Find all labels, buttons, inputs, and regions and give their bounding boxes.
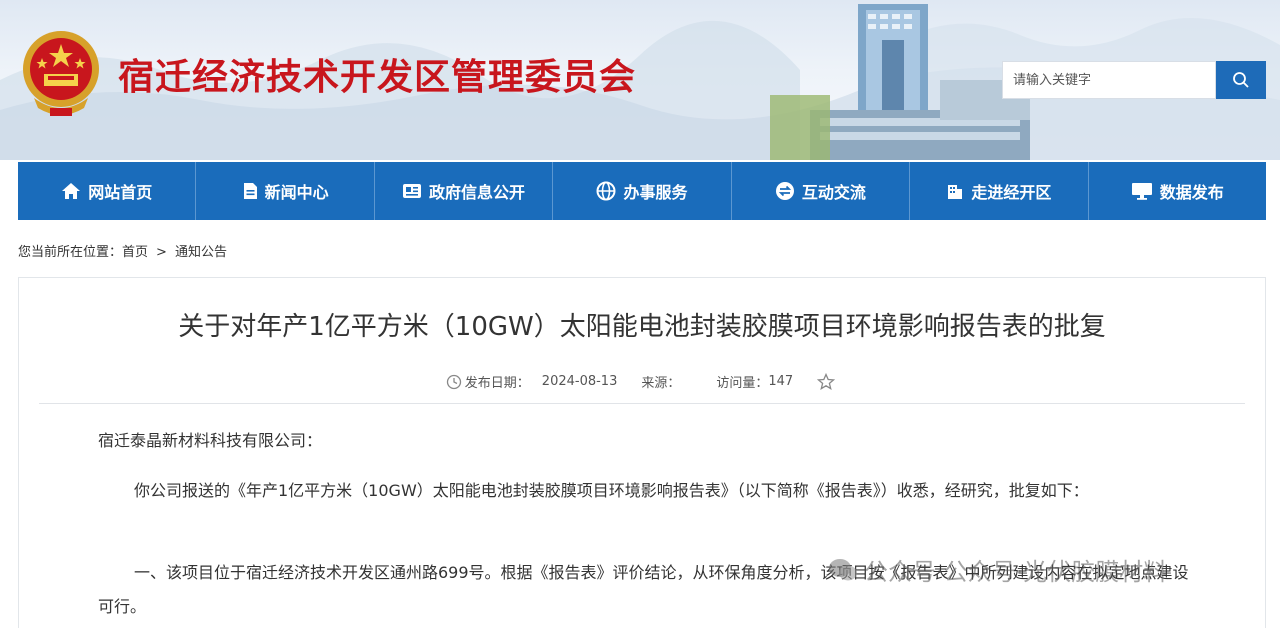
clock-icon bbox=[446, 374, 461, 389]
office-building-image bbox=[770, 4, 1030, 160]
source-label: 来源： bbox=[641, 376, 681, 391]
wechat-icon bbox=[829, 558, 857, 580]
nav-item-label: 政府信息公开 bbox=[429, 183, 526, 202]
info-card-icon bbox=[403, 184, 422, 198]
breadcrumb-separator: > bbox=[156, 245, 167, 260]
search-icon bbox=[1233, 72, 1249, 88]
publish-date-value: 2024-08-13 bbox=[541, 374, 618, 389]
article-title: 关于对年产1亿平方米（10GW）太阳能电池封装胶膜项目环境影响报告表的批复 bbox=[178, 312, 1106, 342]
breadcrumb-prefix: 您当前所在位置： bbox=[18, 245, 123, 260]
view-count: 访问量： 147 bbox=[716, 372, 793, 391]
site-header: 宿迁经济技术开发区管理委员会 bbox=[0, 0, 1280, 160]
site-title: 宿迁经济技术开发区管理委员会 bbox=[118, 57, 637, 98]
view-count-label: 访问量： bbox=[716, 376, 769, 391]
nav-item-label: 办事服务 bbox=[623, 183, 688, 202]
nav-item-label: 互动交流 bbox=[801, 183, 866, 202]
meta-divider bbox=[39, 403, 1245, 404]
monitor-icon bbox=[1131, 183, 1152, 200]
watermark-text: 公众号·公众号·光伏胶膜材料 bbox=[864, 558, 1168, 586]
publish-date: 发布日期： 2024-08-13 bbox=[446, 372, 618, 391]
exchange-icon bbox=[775, 182, 794, 200]
article-salutation: 宿迁泰晶新材料科技有限公司： bbox=[98, 431, 323, 450]
national-emblem-icon bbox=[23, 31, 99, 116]
nav-item-about-zone[interactable]: 走进经开区 bbox=[910, 162, 1089, 220]
publish-date-label: 发布日期： bbox=[464, 376, 530, 391]
article-paragraph: 你公司报送的《年产1亿平方米（10GW）太阳能电池封装胶膜项目环境影响报告表》（… bbox=[134, 481, 1089, 500]
main-nav: 网站首页 新闻中心 政府信息公开 办事服务 互动交流 走进经开区 数据发布 bbox=[18, 162, 1266, 220]
nav-item-news[interactable]: 新闻中心 bbox=[196, 162, 375, 220]
nav-item-label: 网站首页 bbox=[88, 183, 153, 202]
star-icon bbox=[817, 372, 836, 390]
breadcrumb: 您当前所在位置：首页 > 通知公告 bbox=[18, 241, 227, 260]
breadcrumb-home-link[interactable]: 首页 bbox=[122, 245, 148, 260]
watermark: 公众号·公众号·光伏胶膜材料 bbox=[828, 552, 1167, 587]
home-icon bbox=[62, 183, 81, 199]
nav-item-data[interactable]: 数据发布 bbox=[1089, 162, 1266, 220]
article-meta: 发布日期： 2024-08-13 来源： 访问量： 147 bbox=[19, 372, 1265, 391]
breadcrumb-current-link[interactable]: 通知公告 bbox=[175, 245, 227, 260]
view-count-value: 147 bbox=[768, 374, 794, 389]
search-input[interactable] bbox=[1002, 61, 1216, 99]
nav-item-interaction[interactable]: 互动交流 bbox=[732, 162, 911, 220]
favorite-button[interactable] bbox=[817, 372, 838, 391]
search-button[interactable] bbox=[1216, 61, 1266, 99]
nav-item-label: 数据发布 bbox=[1159, 183, 1224, 202]
nav-item-home[interactable]: 网站首页 bbox=[18, 162, 197, 220]
nav-item-gov-info[interactable]: 政府信息公开 bbox=[375, 162, 554, 220]
nav-item-services[interactable]: 办事服务 bbox=[553, 162, 732, 220]
globe-icon bbox=[596, 181, 616, 201]
document-icon bbox=[243, 183, 257, 199]
building-icon bbox=[948, 185, 963, 199]
nav-item-label: 新闻中心 bbox=[264, 183, 329, 202]
nav-item-label: 走进经开区 bbox=[971, 183, 1052, 202]
